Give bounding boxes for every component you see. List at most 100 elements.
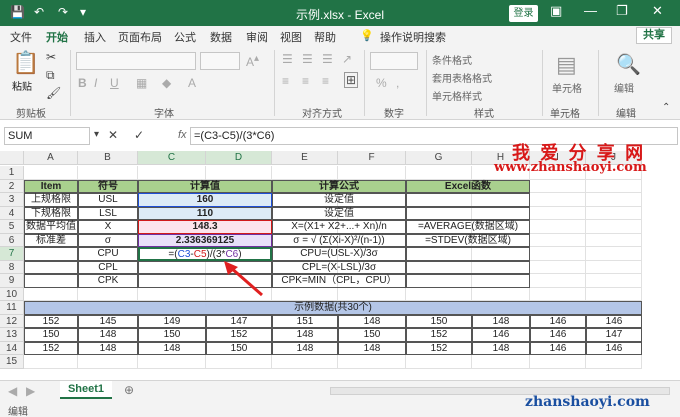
grid-cell[interactable] xyxy=(406,166,472,180)
table-cell-item[interactable]: 上规格限 xyxy=(24,193,78,207)
find-icon[interactable]: 🔍 xyxy=(616,52,641,77)
table-cell-function[interactable] xyxy=(406,260,530,274)
share-button[interactable]: 共享 xyxy=(636,27,672,44)
row-header-5[interactable]: 5 xyxy=(0,220,24,234)
grid-cell[interactable] xyxy=(138,166,206,180)
grid-cell[interactable] xyxy=(530,260,586,274)
merge-center-icon[interactable]: ⊞ xyxy=(344,72,359,88)
orientation-icon[interactable]: ↗ xyxy=(342,52,352,66)
sample-data-cell[interactable]: 147 xyxy=(586,328,642,342)
underline-icon[interactable]: U xyxy=(110,76,119,90)
select-all-corner[interactable] xyxy=(0,151,24,165)
sample-data-cell[interactable]: 146 xyxy=(530,341,586,355)
percent-style-icon[interactable]: % xyxy=(376,76,387,90)
table-cell-function[interactable] xyxy=(406,274,530,288)
prev-sheet-icon[interactable]: ◀ xyxy=(8,384,17,398)
grid-cell[interactable] xyxy=(586,193,642,207)
align-right-icon[interactable]: ≡ xyxy=(322,74,329,88)
grid-cell[interactable] xyxy=(206,355,272,369)
table-header-function[interactable]: Excel函数 xyxy=(406,179,530,193)
row-header-2[interactable]: 2 xyxy=(0,179,24,193)
sample-data-cell[interactable]: 152 xyxy=(24,341,78,355)
minimize-button[interactable]: — xyxy=(584,3,597,18)
table-cell-item[interactable] xyxy=(24,274,78,288)
grid-cell[interactable] xyxy=(530,247,586,261)
table-cell-value[interactable]: 148.3 xyxy=(138,220,272,234)
tab-file[interactable]: 文件 xyxy=(10,29,32,45)
sample-data-cell[interactable]: 149 xyxy=(138,314,206,328)
table-header-value[interactable]: 计算值 xyxy=(138,179,272,193)
table-cell-symbol[interactable]: X xyxy=(78,220,138,234)
grid-cell[interactable] xyxy=(530,193,586,207)
tell-me-search[interactable]: 操作说明搜索 xyxy=(380,29,446,45)
sample-data-cell[interactable]: 146 xyxy=(586,314,642,328)
column-header-B[interactable]: B xyxy=(78,151,138,165)
name-box[interactable]: SUM xyxy=(4,127,90,145)
grid-cell[interactable] xyxy=(78,287,138,301)
sample-data-cell[interactable]: 152 xyxy=(406,328,472,342)
insert-function-icon[interactable]: fx xyxy=(178,129,187,141)
column-header-C[interactable]: C xyxy=(138,151,206,165)
table-cell-item[interactable]: 数据平均值 xyxy=(24,220,78,234)
row-header-4[interactable]: 4 xyxy=(0,206,24,220)
sample-data-cell[interactable]: 152 xyxy=(406,341,472,355)
grid-cell[interactable] xyxy=(206,166,272,180)
tab-page-layout[interactable]: 页面布局 xyxy=(118,29,162,45)
grid-cell[interactable] xyxy=(472,287,530,301)
table-cell-formula[interactable]: 设定值 xyxy=(272,193,406,207)
column-header-D[interactable]: D xyxy=(206,151,272,165)
grid-cell[interactable] xyxy=(24,355,78,369)
column-header-E[interactable]: E xyxy=(272,151,338,165)
row-header-1[interactable]: 1 xyxy=(0,166,24,180)
table-cell-formula[interactable]: CPU=(USL-X)/3σ xyxy=(272,247,406,261)
grid-cell[interactable] xyxy=(586,247,642,261)
grid-cell[interactable] xyxy=(472,355,530,369)
row-header-13[interactable]: 13 xyxy=(0,328,24,342)
column-header-A[interactable]: A xyxy=(24,151,78,165)
sample-data-cell[interactable]: 150 xyxy=(206,341,272,355)
table-cell-item[interactable]: 下规格限 xyxy=(24,206,78,220)
worksheet-grid[interactable]: A B C D E F G H I J 1 2 3 4 5 6 7 8 9 10 11 12 13 14 15 Item 符号 计算值… xyxy=(0,151,680,377)
close-button[interactable]: ✕ xyxy=(652,3,663,19)
italic-icon[interactable]: I xyxy=(94,76,97,90)
add-sheet-icon[interactable]: ⊕ xyxy=(124,383,134,397)
sample-data-cell[interactable]: 147 xyxy=(206,314,272,328)
sample-data-cell[interactable]: 148 xyxy=(138,341,206,355)
cancel-icon[interactable]: ✕ xyxy=(108,128,118,142)
cells-button[interactable]: 单元格 xyxy=(552,80,582,95)
sample-data-cell[interactable]: 148 xyxy=(272,341,338,355)
font-name-select[interactable] xyxy=(76,52,196,70)
grid-cell[interactable] xyxy=(338,287,406,301)
grid-cell[interactable] xyxy=(78,355,138,369)
grid-cell[interactable] xyxy=(138,287,206,301)
grid-cell[interactable] xyxy=(406,287,472,301)
grid-cell[interactable] xyxy=(586,220,642,234)
align-top-icon[interactable]: ☰ xyxy=(282,52,293,66)
grid-cell[interactable] xyxy=(586,179,642,193)
column-header-G[interactable]: G xyxy=(406,151,472,165)
table-header-symbol[interactable]: 符号 xyxy=(78,179,138,193)
grid-cell[interactable] xyxy=(530,206,586,220)
cut-icon[interactable]: ✂ xyxy=(46,50,56,64)
tab-help[interactable]: 帮助 xyxy=(314,29,336,45)
sample-data-cell[interactable]: 146 xyxy=(472,328,530,342)
table-cell-function[interactable] xyxy=(406,193,530,207)
table-cell-item[interactable]: 标准差 xyxy=(24,233,78,247)
column-header-F[interactable]: F xyxy=(338,151,406,165)
table-header-item[interactable]: Item xyxy=(24,179,78,193)
comma-style-icon[interactable]: , xyxy=(396,76,399,90)
cells-icon[interactable]: ▤ xyxy=(556,52,577,78)
row-header-11[interactable]: 11 xyxy=(0,301,24,315)
table-cell-symbol[interactable]: CPL xyxy=(78,260,138,274)
grid-cell[interactable] xyxy=(78,166,138,180)
fill-color-icon[interactable]: ◆ xyxy=(162,76,171,90)
table-cell-symbol[interactable]: LSL xyxy=(78,206,138,220)
table-cell-item[interactable] xyxy=(24,247,78,261)
borders-icon[interactable]: ▦ xyxy=(136,76,147,90)
sample-data-cell[interactable]: 145 xyxy=(78,314,138,328)
grid-cell[interactable] xyxy=(586,287,642,301)
sample-data-cell[interactable]: 150 xyxy=(406,314,472,328)
table-cell-symbol[interactable]: USL xyxy=(78,193,138,207)
sample-data-cell[interactable]: 150 xyxy=(24,328,78,342)
tab-view[interactable]: 视图 xyxy=(280,29,302,45)
